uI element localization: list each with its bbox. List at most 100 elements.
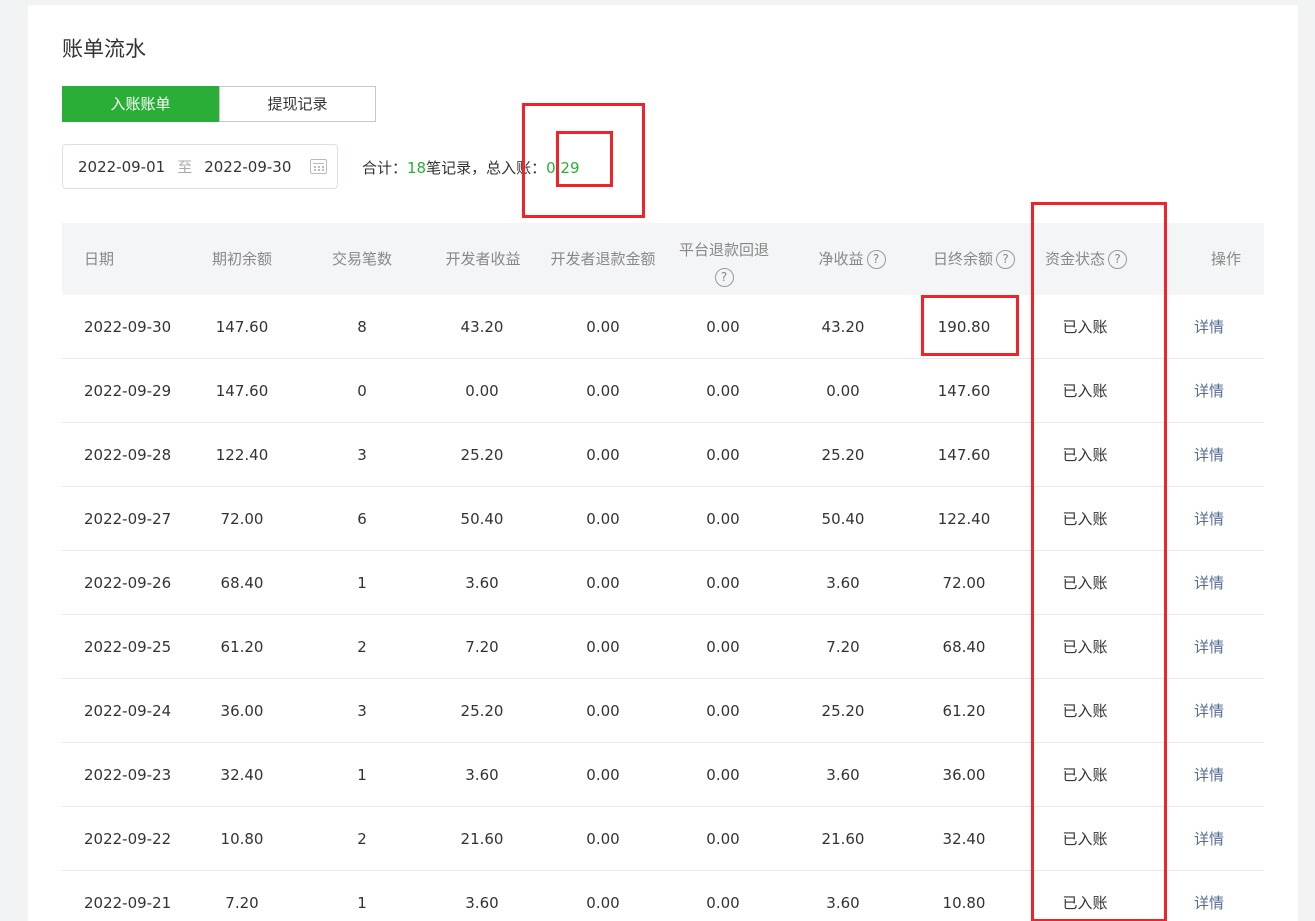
cell-date: 2022-09-26 — [84, 574, 172, 592]
cell-developer-refund: 0.00 — [586, 638, 620, 656]
cell-closing-balance: 10.80 — [942, 894, 986, 912]
start-date[interactable]: 2022-09-01 — [78, 158, 165, 176]
cell-closing-balance: 32.40 — [942, 830, 986, 848]
cell-developer-income: 3.60 — [465, 766, 499, 784]
cell-developer-refund: 0.00 — [586, 382, 620, 400]
cell-net-income: 25.20 — [821, 702, 865, 720]
cell-developer-refund: 0.00 — [586, 318, 620, 336]
cell-date: 2022-09-27 — [84, 510, 172, 528]
end-date[interactable]: 2022-09-30 — [204, 158, 291, 176]
cell-date: 2022-09-21 — [84, 894, 172, 912]
cell-detail-link[interactable]: 详情 — [1194, 871, 1224, 921]
page-title: 账单流水 — [62, 37, 146, 61]
cell-detail-link[interactable]: 详情 — [1194, 551, 1224, 615]
question-icon[interactable]: ? — [866, 249, 886, 269]
cell-transaction-count: 2 — [357, 638, 367, 656]
cell-platform-refund-rollback: 0.00 — [706, 638, 740, 656]
annotation-box — [556, 131, 613, 187]
annotation-box — [921, 295, 1019, 356]
cell-date: 2022-09-28 — [84, 446, 172, 464]
billing-card: 账单流水 入账账单 提现记录 2022-09-01 至 2022-09-30 合… — [28, 5, 1298, 921]
cell-developer-income: 7.20 — [465, 638, 499, 656]
cell-opening-balance: 32.40 — [220, 766, 264, 784]
cell-detail-link[interactable]: 详情 — [1194, 423, 1224, 487]
cell-transaction-count: 0 — [357, 382, 367, 400]
cell-transaction-count: 3 — [357, 702, 367, 720]
cell-transaction-count: 8 — [357, 318, 367, 336]
cell-opening-balance: 147.60 — [215, 382, 269, 400]
cell-developer-income: 50.40 — [460, 510, 504, 528]
cell-platform-refund-rollback: 0.00 — [706, 830, 740, 848]
cell-transaction-count: 1 — [357, 894, 367, 912]
cell-net-income: 25.20 — [821, 446, 865, 464]
col-developer-refund: 开发者退款金额 — [550, 250, 656, 268]
cell-developer-income: 21.60 — [460, 830, 504, 848]
cell-opening-balance: 7.20 — [225, 894, 259, 912]
cell-detail-link[interactable]: 详情 — [1194, 295, 1224, 359]
cell-date: 2022-09-22 — [84, 830, 172, 848]
cell-detail-link[interactable]: 详情 — [1194, 807, 1224, 871]
cell-detail-link[interactable]: 详情 — [1194, 679, 1224, 743]
cell-platform-refund-rollback: 0.00 — [706, 382, 740, 400]
cell-developer-income: 25.20 — [460, 446, 504, 464]
tab-bar: 入账账单 提现记录 — [62, 86, 376, 122]
cell-closing-balance: 147.60 — [937, 446, 991, 464]
calendar-icon[interactable] — [310, 159, 327, 174]
cell-closing-balance: 36.00 — [942, 766, 986, 784]
cell-detail-link[interactable]: 详情 — [1194, 359, 1224, 423]
cell-developer-income: 3.60 — [465, 574, 499, 592]
cell-developer-refund: 0.00 — [586, 446, 620, 464]
cell-date: 2022-09-24 — [84, 702, 172, 720]
cell-date: 2022-09-25 — [84, 638, 172, 656]
cell-opening-balance: 61.20 — [220, 638, 264, 656]
cell-closing-balance: 147.60 — [937, 382, 991, 400]
cell-net-income: 7.20 — [826, 638, 860, 656]
cell-platform-refund-rollback: 0.00 — [706, 318, 740, 336]
tab-income-bills[interactable]: 入账账单 — [62, 86, 219, 122]
tab-withdraw-records[interactable]: 提现记录 — [219, 86, 376, 122]
cell-platform-refund-rollback: 0.00 — [706, 510, 740, 528]
cell-developer-refund: 0.00 — [586, 702, 620, 720]
cell-transaction-count: 1 — [357, 766, 367, 784]
cell-closing-balance: 61.20 — [942, 702, 986, 720]
cell-net-income: 3.60 — [826, 894, 860, 912]
cell-closing-balance: 122.40 — [937, 510, 991, 528]
cell-closing-balance: 72.00 — [942, 574, 986, 592]
question-icon[interactable]: ? — [996, 249, 1015, 269]
cell-detail-link[interactable]: 详情 — [1194, 743, 1224, 807]
cell-date: 2022-09-23 — [84, 766, 172, 784]
question-icon[interactable]: ? — [714, 267, 734, 287]
cell-detail-link[interactable]: 详情 — [1194, 487, 1224, 551]
cell-opening-balance: 10.80 — [220, 830, 264, 848]
date-range-picker[interactable]: 2022-09-01 至 2022-09-30 — [62, 144, 338, 189]
cell-net-income: 43.20 — [821, 318, 865, 336]
cell-developer-income: 25.20 — [460, 702, 504, 720]
cell-developer-refund: 0.00 — [586, 510, 620, 528]
col-transaction-count: 交易笔数 — [331, 250, 392, 268]
date-separator: 至 — [177, 158, 193, 176]
cell-opening-balance: 72.00 — [220, 510, 264, 528]
cell-platform-refund-rollback: 0.00 — [706, 702, 740, 720]
cell-net-income: 21.60 — [821, 830, 865, 848]
cell-net-income: 3.60 — [826, 574, 860, 592]
cell-platform-refund-rollback: 0.00 — [706, 446, 740, 464]
col-closing-balance: 日终余额? — [914, 223, 1034, 295]
cell-platform-refund-rollback: 0.00 — [706, 574, 740, 592]
cell-opening-balance: 147.60 — [215, 318, 269, 336]
cell-net-income: 3.60 — [826, 766, 860, 784]
cell-developer-refund: 0.00 — [586, 766, 620, 784]
cell-closing-balance: 68.40 — [942, 638, 986, 656]
col-date: 日期 — [84, 250, 115, 268]
col-platform-refund-rollback: 平台退款回退 ? — [668, 223, 780, 295]
cell-net-income: 0.00 — [826, 382, 860, 400]
cell-transaction-count: 6 — [357, 510, 367, 528]
summary-prefix: 合计： — [362, 159, 408, 177]
cell-detail-link[interactable]: 详情 — [1194, 615, 1224, 679]
cell-date: 2022-09-29 — [84, 382, 172, 400]
cell-developer-income: 43.20 — [460, 318, 504, 336]
cell-net-income: 50.40 — [821, 510, 865, 528]
cell-developer-refund: 0.00 — [586, 830, 620, 848]
cell-transaction-count: 3 — [357, 446, 367, 464]
cell-opening-balance: 36.00 — [220, 702, 264, 720]
col-net-income: 净收益? — [800, 223, 904, 295]
